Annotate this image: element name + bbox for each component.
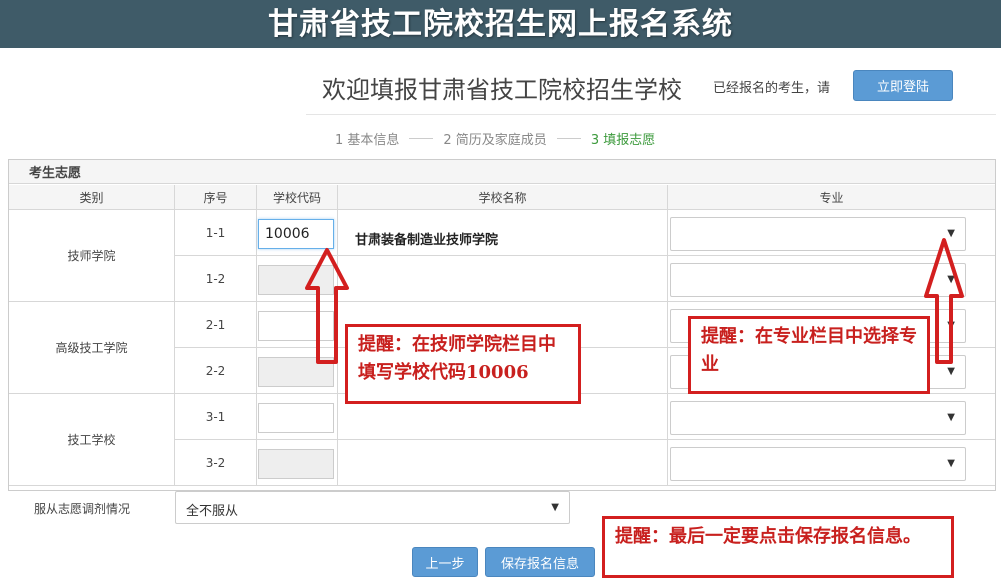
note-school-code: 提醒：在技师学院栏目中填写学校代码10006 [345, 324, 581, 404]
arrow-up-code-icon [305, 248, 349, 364]
annotation-arrows [305, 238, 964, 364]
note-major: 提醒：在专业栏目中选择专业 [688, 316, 930, 394]
note-save: 提醒：最后一定要点击保存报名信息。 [602, 516, 954, 578]
arrow-up-major-icon [924, 238, 964, 364]
